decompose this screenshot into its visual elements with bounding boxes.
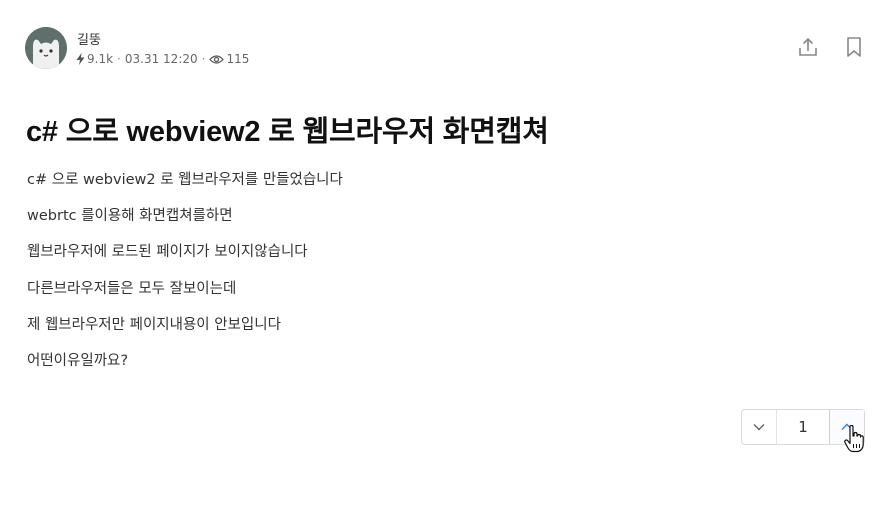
post-body-line: 다른브라우저들은 모두 잘보이는데 [27,280,237,297]
post-body-line: 어떤이유일까요? [27,352,129,369]
eye-icon [209,54,225,65]
post-body-line: 웹브라우저에 로드된 페이지가 보이지않습니다 [27,244,308,261]
vote-control: 1 [741,409,865,445]
view-count: 115 [226,52,250,66]
share-button[interactable] [796,35,820,59]
post-body: c# 으로 webview2 로 웹브라우저를 만들었습니다 webrtc 를이… [27,170,343,387]
bookmark-button[interactable] [842,35,866,59]
post-meta: 9.1k · 03.31 12:20 · 115 [76,52,249,66]
bookmark-icon [847,37,861,57]
cat-avatar-icon [25,27,67,69]
post-body-line: c# 으로 webview2 로 웹브라우저를 만들었습니다 [27,172,343,188]
lightning-icon [76,53,85,65]
chevron-up-icon [841,423,853,431]
meta-separator: · [201,52,206,66]
share-icon [799,37,817,56]
vote-count: 1 [798,418,808,436]
post-date: 03.31 12:20 [124,52,198,66]
chevron-down-icon [753,423,765,431]
post-actions [796,35,866,59]
post-body-line: webrtc 를이용해 화면캡쳐를하면 [27,208,233,225]
avatar[interactable] [25,27,67,69]
post-title: c# 으로 webview2 로 웹브라우저 화면캡쳐 [26,116,549,148]
post-body-line: 제 웹브라우저만 페이지내용이 안보입니다 [27,316,281,333]
downvote-button[interactable] [742,410,777,444]
author-name[interactable]: 길뚱 [77,29,101,48]
reputation-value: 9.1k [87,52,114,66]
upvote-button[interactable] [829,410,864,444]
meta-separator: · [117,52,121,66]
